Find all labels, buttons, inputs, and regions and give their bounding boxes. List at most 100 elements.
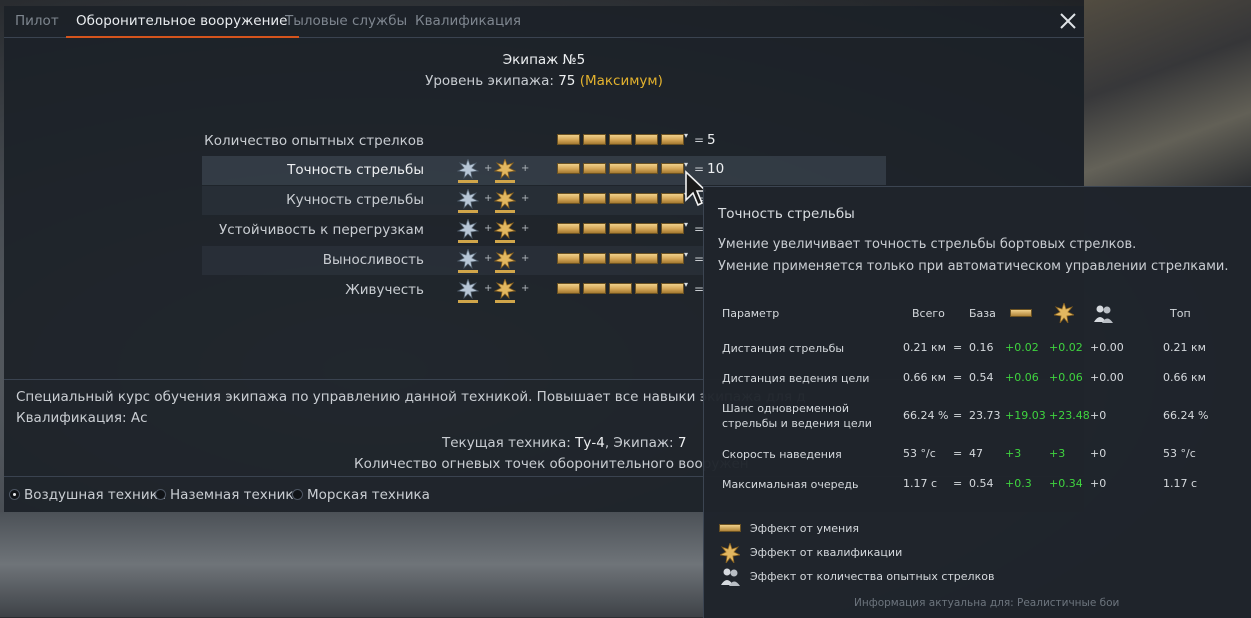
badge-underline [495, 240, 515, 243]
legend-gunners-icon [721, 568, 740, 586]
radio-dot [9, 489, 20, 500]
skill-row[interactable]: Количество опытных стрелков ▾ = 5 [202, 127, 886, 156]
tooltip-cell-total: 1.17 с [903, 477, 938, 490]
plus-sign: + [521, 253, 530, 264]
skill-bar-segment [557, 134, 580, 145]
current-vehicle: Текущая техника: Ту-4, Экипаж: 7 [442, 435, 687, 451]
skill-bar-segment [635, 253, 658, 264]
skill-bar-segment [609, 283, 632, 294]
crew-level-value: 75 [558, 73, 576, 89]
tooltip-cell-name: Шанс одновременной стрельбы и ведения це… [722, 402, 872, 430]
tooltip-cell-base: 0.54 [969, 477, 994, 490]
max-marker-icon: ▾ [684, 220, 689, 229]
silver-star-icon [457, 219, 479, 239]
tooltip-cell-top: 1.17 с [1163, 477, 1198, 490]
tooltip-cell-gunners: +0 [1090, 409, 1107, 422]
tooltip-cell-qual: +0.34 [1049, 477, 1083, 490]
legend-skill-bar-icon [719, 524, 741, 532]
skill-bar-segment [557, 223, 580, 234]
radio-ground-vehicles[interactable]: Наземная техника [155, 487, 302, 503]
background-scene [1084, 0, 1251, 186]
skill-progress-bar[interactable]: ▾ [557, 220, 689, 234]
tooltip-cell-total: 53 °/c [903, 447, 936, 460]
skill-bar-segment [635, 283, 658, 294]
gold-star-icon [494, 159, 516, 179]
legend-skill: Эффект от умения [750, 522, 859, 535]
tooltip-cell-base: 0.54 [969, 371, 994, 384]
skill-bar-segment [661, 253, 684, 264]
skill-row[interactable]: Точность стрельбы + + ▾ = 10 [202, 156, 886, 185]
skill-progress-bar[interactable]: ▾ [557, 280, 688, 294]
skill-bar-segment [635, 223, 658, 234]
skill-progress-bar[interactable]: ▾ [557, 250, 689, 264]
tooltip-cell-gunners: +0 [1090, 477, 1107, 490]
max-marker-icon: ▾ [684, 131, 689, 140]
header-base: База [969, 307, 996, 320]
skill-name: Кучность стрельбы [286, 192, 424, 208]
skill-bar-icon [1010, 309, 1032, 317]
tooltip-cell-eq: = [953, 409, 963, 422]
silver-star-icon [457, 189, 479, 209]
skill-name: Устойчивость к перегрузкам [219, 222, 424, 238]
skill-bar-segment [609, 163, 632, 174]
gunners-icon [1094, 305, 1113, 323]
badge-underline [458, 180, 478, 183]
plus-sign: + [484, 223, 493, 234]
radio-air-vehicles[interactable]: Воздушная техника [9, 487, 166, 503]
max-marker-icon: ▾ [684, 250, 689, 259]
tooltip-cell-total: 0.21 км [903, 341, 946, 354]
skill-name: Количество опытных стрелков [204, 133, 424, 149]
background-scene-bottom [0, 512, 705, 617]
tooltip-cell-skill: +0.3 [1005, 477, 1032, 490]
tooltip-cell-gunners: +0.00 [1090, 371, 1124, 384]
skill-bar-segment [635, 134, 658, 145]
skill-bar-segment [661, 163, 684, 174]
tooltip-cell-skill: +0.02 [1005, 341, 1039, 354]
skill-progress-bar[interactable]: ▾ [557, 131, 689, 145]
skill-progress-bar[interactable]: ▾ [557, 190, 688, 204]
radio-dot [155, 489, 166, 500]
crew-title: Экипаж №5 [502, 52, 586, 68]
badge-underline [458, 240, 478, 243]
crew-level-max: (Максимум) [579, 73, 663, 89]
skill-bar-segment [583, 223, 606, 234]
qualification-description: Специальный курс обучения экипажа по упр… [16, 389, 806, 405]
plus-sign: + [521, 283, 530, 294]
skill-bar-segment [583, 163, 606, 174]
legend-gunners: Эффект от количества опытных стрелков [750, 570, 995, 583]
tooltip-cell-top: 53 °/c [1163, 447, 1196, 460]
legend-qualification: Эффект от квалификации [750, 546, 903, 559]
plus-sign: + [484, 283, 493, 294]
skill-bar-segment [609, 134, 632, 145]
skill-bar-segment [661, 283, 684, 294]
skill-value: 5 [707, 132, 716, 148]
tooltip-description: Умение увеличивает точность стрельбы бор… [718, 237, 1137, 252]
plus-sign: + [521, 193, 530, 204]
tooltip-description: Умение применяется только при автоматиче… [718, 259, 1229, 274]
badge-underline [495, 210, 515, 213]
radio-naval-vehicles[interactable]: Морская техника [292, 487, 430, 503]
skill-name: Выносливость [322, 252, 424, 268]
skill-bar-segment [583, 283, 606, 294]
gold-star-icon [494, 249, 516, 269]
skill-bar-segment [661, 193, 684, 204]
plus-sign: + [484, 253, 493, 264]
plus-sign: + [484, 163, 493, 174]
header-total: Всего [912, 307, 945, 320]
skill-progress-bar[interactable]: ▾ [557, 160, 689, 174]
tab-defensive-armament[interactable]: Оборонительное вооружение [66, 6, 298, 38]
close-icon[interactable] [1058, 10, 1078, 32]
skill-bar-segment [635, 193, 658, 204]
skill-bar-segment [557, 163, 580, 174]
skill-bar-segment [661, 223, 684, 234]
silver-star-icon [457, 249, 479, 269]
tab-ground-services[interactable]: Тыловые службы [285, 6, 407, 37]
tooltip-cell-skill: +3 [1005, 447, 1022, 460]
max-marker-icon: ▾ [684, 160, 689, 169]
tab-qualification[interactable]: Квалификация [415, 6, 521, 37]
tab-pilot[interactable]: Пилот [15, 6, 59, 37]
tooltip-cell-qual: +23.48 [1049, 409, 1090, 422]
skill-value: 10 [707, 161, 725, 177]
skill-badges: + + [457, 189, 537, 213]
tooltip-cell-name: Дистанция стрельбы [722, 342, 845, 355]
